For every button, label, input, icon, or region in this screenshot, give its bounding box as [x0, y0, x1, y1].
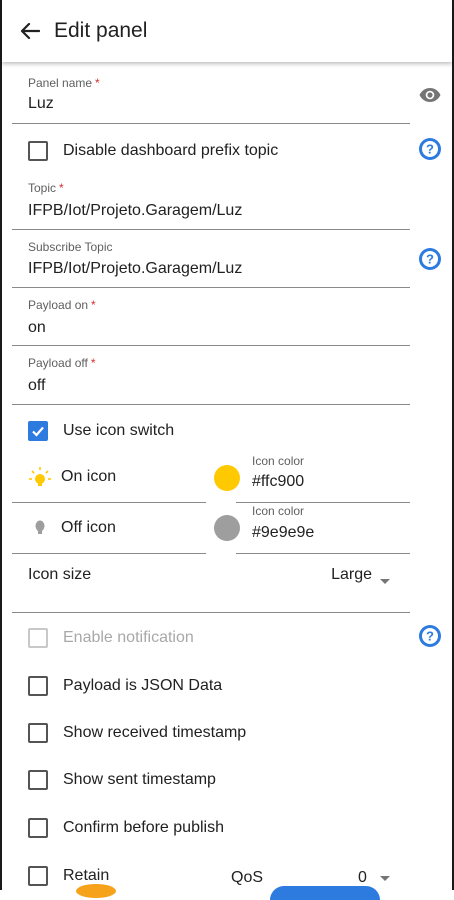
dropdown-caret-icon — [380, 876, 390, 881]
required-marker: * — [91, 298, 96, 312]
enable-notification-help[interactable]: ? — [418, 624, 442, 648]
off-icon-color-label: Icon color — [252, 504, 305, 518]
confirm-publish-label: Confirm before publish — [63, 819, 224, 836]
icon-size-label: Icon size — [28, 566, 92, 583]
payload-on-label: Payload on * — [28, 298, 96, 312]
on-icon-label: On icon — [61, 468, 117, 485]
enable-notification-label: Enable notification — [63, 629, 194, 646]
arrow-back-icon — [20, 22, 40, 40]
payload-json-checkbox[interactable] — [28, 676, 48, 696]
subscribe-topic-value: IFPB/Iot/Projeto.Garagem/Luz — [28, 260, 243, 277]
qos-label: QoS — [231, 869, 264, 886]
enable-notification-row[interactable]: Enable notification — [28, 626, 194, 650]
cancel-fab-peek[interactable] — [76, 884, 116, 898]
qos-value: 0 — [358, 869, 367, 886]
panel-name-label: Panel name * — [28, 76, 100, 90]
use-icon-switch-row[interactable]: Use icon switch — [28, 419, 174, 443]
page-title: Edit panel — [54, 19, 148, 42]
lightbulb-off-icon — [35, 520, 45, 534]
save-fab-peek[interactable] — [270, 886, 380, 900]
icon-size-select[interactable]: Icon size Large — [12, 552, 410, 613]
disable-prefix-checkbox[interactable] — [28, 141, 48, 161]
eye-icon — [419, 88, 441, 102]
dropdown-caret-icon — [380, 579, 390, 584]
panel-name-value: Luz — [28, 95, 54, 112]
visibility-toggle[interactable] — [418, 83, 442, 107]
subscribe-topic-label: Subscribe Topic — [28, 240, 113, 254]
payload-on-field[interactable]: Payload on * on — [12, 290, 410, 346]
confirm-publish-row[interactable]: Confirm before publish — [28, 816, 224, 840]
payload-json-label: Payload is JSON Data — [63, 677, 223, 694]
help-icon: ? — [419, 248, 441, 270]
disable-prefix-row[interactable]: Disable dashboard prefix topic — [28, 139, 278, 163]
required-marker: * — [90, 356, 96, 370]
subscribe-topic-field[interactable]: Subscribe Topic IFPB/Iot/Projeto.Garagem… — [12, 232, 410, 288]
required-marker: * — [59, 181, 64, 195]
on-icon-color-label: Icon color — [252, 454, 305, 468]
required-marker: * — [95, 76, 100, 90]
checkmark-icon — [32, 426, 44, 437]
icon-size-value: Large — [331, 566, 372, 583]
payload-off-label: Payload off * — [28, 356, 96, 370]
retain-checkbox[interactable] — [28, 866, 48, 886]
show-received-label: Show received timestamp — [63, 724, 247, 741]
disable-prefix-help[interactable]: ? — [418, 137, 442, 161]
on-icon-color-field[interactable]: Icon color #ffc900 — [236, 450, 410, 503]
show-sent-row[interactable]: Show sent timestamp — [28, 768, 216, 792]
off-icon-label: Off icon — [61, 519, 116, 536]
use-icon-switch-label: Use icon switch — [63, 422, 175, 439]
svg-text:?: ? — [426, 142, 434, 157]
subscribe-topic-help[interactable]: ? — [418, 247, 442, 271]
window-frame-left — [0, 0, 2, 890]
off-icon-color-value: #9e9e9e — [252, 524, 315, 541]
off-icon-selector[interactable]: Off icon — [12, 504, 206, 554]
on-icon-selector[interactable]: On icon — [12, 453, 206, 503]
off-icon-color-field[interactable]: Icon color #9e9e9e — [236, 502, 410, 554]
show-sent-checkbox[interactable] — [28, 770, 48, 790]
show-sent-label: Show sent timestamp — [63, 771, 216, 788]
svg-text:?: ? — [426, 629, 434, 644]
payload-json-row[interactable]: Payload is JSON Data — [28, 674, 222, 698]
back-button[interactable] — [18, 19, 42, 43]
show-received-row[interactable]: Show received timestamp — [28, 721, 246, 745]
on-icon-color-value: #ffc900 — [252, 473, 305, 490]
help-icon: ? — [419, 625, 441, 647]
topic-field[interactable]: Topic * IFPB/Iot/Projeto.Garagem/Luz — [12, 173, 410, 230]
svg-text:?: ? — [426, 252, 434, 267]
enable-notification-checkbox[interactable] — [28, 628, 48, 648]
lightbulb-on-icon — [29, 467, 51, 486]
topic-value: IFPB/Iot/Projeto.Garagem/Luz — [28, 202, 243, 219]
payload-off-field[interactable]: Payload off * off — [12, 348, 410, 405]
payload-off-value: off — [28, 377, 46, 394]
disable-prefix-label: Disable dashboard prefix topic — [63, 142, 279, 159]
help-icon: ? — [419, 138, 441, 160]
retain-label: Retain — [63, 867, 110, 884]
use-icon-switch-checkbox[interactable] — [28, 421, 48, 441]
panel-name-field[interactable]: Panel name * Luz — [12, 68, 410, 124]
topic-label: Topic * — [28, 181, 64, 195]
confirm-publish-checkbox[interactable] — [28, 818, 48, 838]
app-bar: Edit panel — [2, 0, 452, 62]
payload-on-value: on — [28, 319, 46, 336]
show-received-checkbox[interactable] — [28, 723, 48, 743]
